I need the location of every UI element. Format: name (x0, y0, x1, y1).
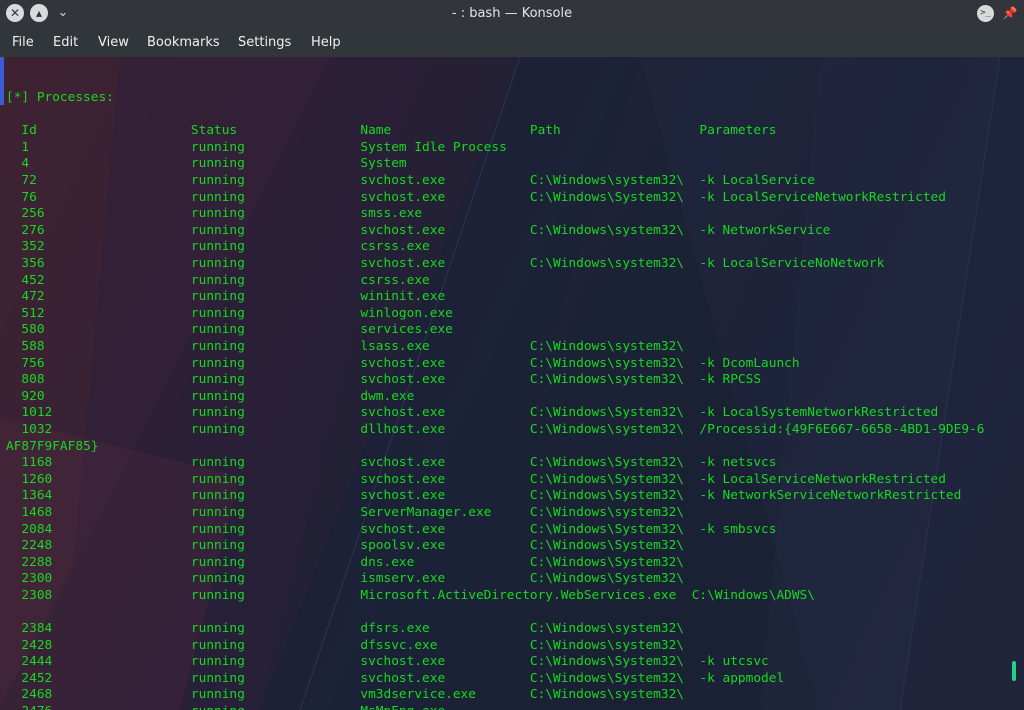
title-bar: ✕ ▴ ⌄ - : bash — Konsole >_ 📌 (0, 0, 1024, 28)
terminal-line: 1260 running svchost.exe C:\Windows\Syst… (6, 471, 946, 487)
terminal-line: [*] Processes: (6, 90, 114, 106)
terminal-line: 2084 running svchost.exe C:\Windows\Syst… (6, 521, 777, 537)
terminal-line: 472 running wininit.exe (6, 289, 446, 305)
terminal-line: AF87F9FAF85} (6, 438, 99, 454)
terminal-line: 512 running winlogon.exe (6, 305, 453, 321)
terminal-line: 2384 running dfsrs.exe C:\Windows\system… (6, 621, 684, 637)
terminal-line: 352 running csrss.exe (6, 239, 430, 255)
active-terminal-indicator (0, 57, 4, 105)
terminal-line: 1 running System Idle Process (6, 139, 507, 155)
terminal-line: Id Status Name Path Parameters (6, 123, 777, 139)
konsole-window: ✕ ▴ ⌄ - : bash — Konsole >_ 📌 File Edit … (0, 0, 1024, 710)
menu-bar: File Edit View Bookmarks Settings Help (0, 28, 1024, 57)
menu-file[interactable]: File (10, 28, 36, 57)
terminal-line: 756 running svchost.exe C:\Windows\syste… (6, 355, 800, 371)
terminal-text[interactable]: [*] Processes: Id Status Name Path Param… (6, 74, 984, 710)
terminal-line: 920 running dwm.exe (6, 388, 415, 404)
terminal-line: 2308 running Microsoft.ActiveDirectory.W… (6, 587, 815, 603)
terminal-output[interactable]: [*] Processes: Id Status Name Path Param… (0, 57, 1024, 710)
window-title: - : bash — Konsole (451, 6, 573, 21)
terminal-line: 1364 running svchost.exe C:\Windows\Syst… (6, 488, 962, 504)
terminal-line: 256 running smss.exe (6, 206, 423, 222)
terminal-line: 2300 running ismserv.exe C:\Windows\Syst… (6, 571, 684, 587)
scrollbar-handle[interactable] (1012, 661, 1016, 681)
pin-icon[interactable]: 📌 (1002, 4, 1018, 22)
terminal-line: 2248 running spoolsv.exe C:\Windows\Syst… (6, 538, 684, 554)
terminal-app-icon: >_ (977, 5, 994, 22)
menu-help[interactable]: Help (309, 28, 343, 57)
terminal-line: 2452 running svchost.exe C:\Windows\Syst… (6, 670, 785, 686)
terminal-line: 356 running svchost.exe C:\Windows\syste… (6, 256, 885, 272)
terminal-line: 588 running lsass.exe C:\Windows\system3… (6, 339, 684, 354)
terminal-line: 1032 running dllhost.exe C:\Windows\syst… (6, 421, 985, 437)
terminal-line: 1012 running svchost.exe C:\Windows\Syst… (6, 405, 939, 421)
terminal-line: 2288 running dns.exe C:\Windows\System32… (6, 554, 684, 570)
terminal-line: 580 running services.exe (6, 322, 453, 338)
terminal-line: 808 running svchost.exe C:\Windows\syste… (6, 372, 762, 388)
terminal-line: 72 running svchost.exe C:\Windows\system… (6, 173, 815, 189)
terminal-line: 276 running svchost.exe C:\Windows\syste… (6, 222, 831, 238)
terminal-line: 2468 running vm3dservice.exe C:\Windows\… (6, 687, 684, 703)
terminal-line: 4 running System (6, 156, 407, 172)
terminal-line: 452 running csrss.exe (6, 272, 430, 288)
menu-settings[interactable]: Settings (236, 28, 293, 57)
menu-edit[interactable]: Edit (51, 28, 80, 57)
menu-bookmarks[interactable]: Bookmarks (145, 28, 222, 57)
terminal-line: 2444 running svchost.exe C:\Windows\Syst… (6, 654, 769, 670)
terminal-line: 1168 running svchost.exe C:\Windows\Syst… (6, 455, 777, 471)
terminal-line: 2428 running dfssvc.exe C:\Windows\syste… (6, 637, 684, 653)
terminal-line: 76 running svchost.exe C:\Windows\System… (6, 189, 946, 205)
menu-view[interactable]: View (96, 28, 131, 57)
terminal-line: 1468 running ServerManager.exe C:\Window… (6, 504, 684, 520)
terminal-line: 2476 running MsMpEng.exe (6, 704, 984, 710)
